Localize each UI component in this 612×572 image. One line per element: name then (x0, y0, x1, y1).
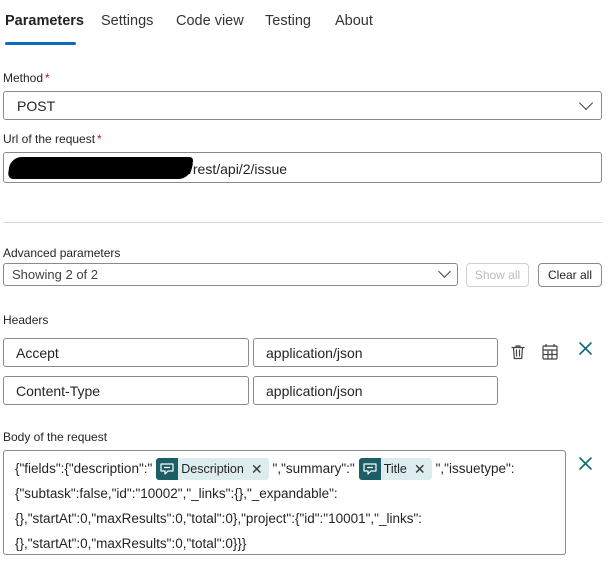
required-mark: * (45, 71, 50, 85)
header-value-input[interactable]: application/json (253, 338, 498, 367)
table-icon[interactable] (541, 343, 559, 366)
redaction-mark (7, 157, 194, 179)
tab-about[interactable]: About (335, 13, 373, 29)
close-icon[interactable] (578, 341, 593, 361)
body-json-text: ","summary":" (272, 461, 355, 476)
close-icon[interactable] (578, 456, 593, 476)
close-icon[interactable]: ✕ (251, 457, 263, 482)
header-value-value: application/json (266, 383, 363, 399)
header-key-value: Content-Type (16, 383, 101, 399)
clear-all-button[interactable]: Clear all (538, 263, 602, 287)
active-tab-indicator (5, 42, 76, 45)
trash-icon[interactable] (511, 344, 525, 365)
dynamic-content-icon (156, 458, 179, 481)
header-value-input[interactable]: application/json (253, 376, 498, 405)
headers-label: Headers (3, 313, 49, 327)
dynamic-token-description[interactable]: Description ✕ (156, 457, 269, 482)
url-label: Url of the request * (3, 132, 102, 146)
advanced-parameters-dropdown[interactable]: Showing 2 of 2 (3, 263, 458, 286)
header-key-input[interactable]: Accept (3, 338, 249, 367)
tab-settings[interactable]: Settings (101, 13, 153, 29)
dynamic-token-title[interactable]: Title ✕ (358, 457, 432, 482)
tab-code-view[interactable]: Code view (176, 13, 244, 29)
tab-bar: Parameters Settings Code view Testing Ab… (0, 0, 612, 46)
close-icon[interactable]: ✕ (414, 457, 426, 482)
show-all-button[interactable]: Show all (466, 263, 529, 287)
tab-parameters[interactable]: Parameters (5, 13, 84, 29)
body-content: {"fields":{"description":" Description ✕ ",… (15, 456, 555, 556)
section-divider (3, 222, 602, 223)
header-value-value: application/json (266, 345, 363, 361)
chevron-down-icon (438, 265, 451, 278)
method-label: Method * (3, 71, 50, 85)
chevron-down-icon (578, 95, 594, 111)
advanced-parameters-value: Showing 2 of 2 (12, 267, 99, 282)
header-key-input[interactable]: Content-Type (3, 376, 249, 405)
token-label: Title (383, 461, 407, 476)
url-value: /rest/api/2/issue (189, 161, 288, 177)
header-key-value: Accept (16, 345, 59, 361)
method-value: POST (17, 98, 56, 114)
tab-testing[interactable]: Testing (265, 13, 311, 29)
advanced-parameters-label: Advanced parameters (3, 246, 121, 260)
method-dropdown[interactable]: POST (3, 91, 602, 120)
body-json-text: {"fields":{"description":" (15, 461, 153, 476)
dynamic-content-icon (358, 458, 381, 481)
required-mark: * (97, 132, 102, 146)
body-label: Body of the request (3, 430, 108, 444)
token-label: Description (181, 461, 244, 476)
